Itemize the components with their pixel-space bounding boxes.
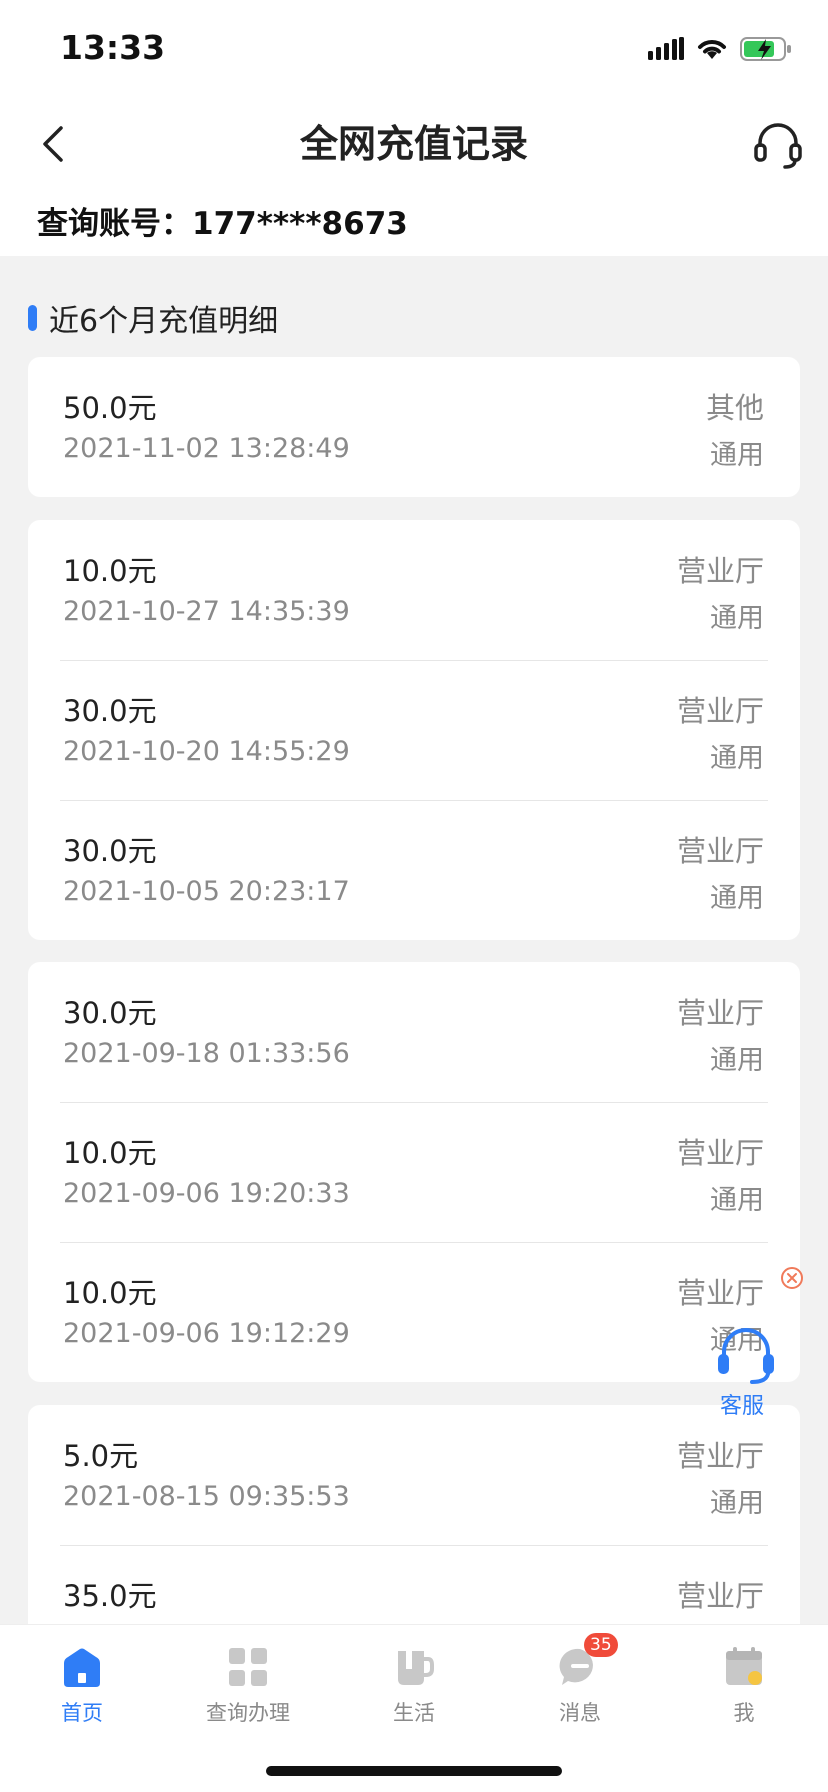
account-bar: 查询账号：177****8673 [0,188,828,256]
record-item[interactable]: 10.0元 2021-09-06 19:12:29 营业厅 通用 [28,1242,800,1382]
cup-icon [392,1645,436,1689]
record-time: 2021-09-06 19:12:29 [63,1318,350,1349]
navigation-bar: 全网充值记录 [0,100,828,188]
record-group: 30.0元 2021-09-18 01:33:56 营业厅 通用 10.0元 2… [28,962,800,1382]
tab-label: 消息 [559,1701,601,1725]
record-amount: 30.0元 [63,996,157,1030]
record-item[interactable]: 10.0元 2021-09-06 19:20:33 营业厅 通用 [28,1102,800,1242]
record-type: 通用 [710,1045,764,1076]
calendar-sign-icon [722,1645,766,1689]
floating-service-label: 客服 [720,1394,765,1419]
record-amount: 10.0元 [63,554,157,588]
record-item[interactable]: 30.0元 2021-09-18 01:33:56 营业厅 通用 [28,962,800,1102]
record-type: 通用 [710,1488,764,1519]
record-time: 2021-08-15 09:35:53 [63,1481,350,1512]
record-amount: 10.0元 [63,1276,157,1310]
section-title: 近6个月充值明细 [49,304,279,339]
record-amount: 35.0元 [63,1579,157,1613]
record-item[interactable]: 30.0元 2021-10-20 14:55:29 营业厅 通用 [28,660,800,800]
tab-home[interactable]: 首页 [22,1639,142,1749]
tab-label: 我 [733,1701,755,1725]
record-item[interactable]: 30.0元 2021-10-05 20:23:17 营业厅 通用 [28,800,800,940]
cellular-signal-icon [648,37,684,60]
status-time: 13:33 [60,28,166,67]
record-type: 通用 [710,883,764,914]
grid-icon [226,1645,270,1689]
record-channel: 营业厅 [676,694,764,728]
status-bar: 13:33 [0,0,828,100]
record-group: 5.0元 2021-08-15 09:35:53 营业厅 通用 35.0元 营业… [28,1405,800,1645]
tab-label: 查询办理 [206,1701,290,1725]
tab-query[interactable]: 查询办理 [188,1639,308,1749]
recharge-records-page: 13:33 全网充值记录 查询账号：177****8673 近6个月充值明细 5… [0,0,828,1792]
message-icon: 35 [558,1633,618,1689]
record-amount: 10.0元 [63,1136,157,1170]
customer-service-button[interactable] [746,112,810,176]
record-time: 2021-09-06 19:20:33 [63,1178,350,1209]
record-channel: 营业厅 [676,1136,764,1170]
record-channel: 其他 [705,391,764,425]
home-indicator [266,1766,562,1776]
record-group: 10.0元 2021-10-27 14:35:39 营业厅 通用 30.0元 2… [28,520,800,940]
record-amount: 30.0元 [63,834,157,868]
record-channel: 营业厅 [676,1439,764,1473]
message-badge: 35 [584,1633,618,1657]
record-channel: 营业厅 [676,1579,764,1613]
record-time: 2021-10-27 14:35:39 [63,596,350,627]
page-title: 全网充值记录 [299,122,528,166]
section-marker [28,305,37,331]
record-type: 通用 [710,440,764,471]
tab-messages[interactable]: 35 消息 [520,1633,640,1749]
record-group: 50.0元 2021-11-02 13:28:49 其他 通用 [28,357,800,497]
tab-label: 生活 [393,1701,435,1725]
record-type: 通用 [710,1185,764,1216]
home-icon [60,1645,104,1689]
record-type: 通用 [710,743,764,774]
query-account: 查询账号：177****8673 [37,206,408,242]
battery-charging-icon [740,37,791,61]
headset-icon [754,123,802,169]
record-time: 2021-10-20 14:55:29 [63,736,350,767]
floating-service-widget[interactable]: 客服 [704,1266,803,1419]
record-item[interactable]: 50.0元 2021-11-02 13:28:49 其他 通用 [28,357,800,497]
record-amount: 50.0元 [63,391,157,425]
record-channel: 营业厅 [676,834,764,868]
record-channel: 营业厅 [676,554,764,588]
headset-icon [718,1328,774,1384]
record-channel: 营业厅 [676,996,764,1030]
close-icon[interactable] [780,1266,804,1290]
section-header: 近6个月充值明细 [28,296,278,340]
record-amount: 5.0元 [63,1439,139,1473]
record-item[interactable]: 10.0元 2021-10-27 14:35:39 营业厅 通用 [28,520,800,660]
tab-life[interactable]: 生活 [354,1639,474,1749]
tab-me[interactable]: 我 [684,1639,804,1749]
record-type: 通用 [710,603,764,634]
record-amount: 30.0元 [63,694,157,728]
wifi-icon [698,40,726,59]
record-time: 2021-09-18 01:33:56 [63,1038,350,1069]
status-icons [648,36,792,62]
record-item[interactable]: 5.0元 2021-08-15 09:35:53 营业厅 通用 [28,1405,800,1545]
record-time: 2021-11-02 13:28:49 [63,433,350,464]
tab-label: 首页 [61,1701,103,1725]
record-time: 2021-10-05 20:23:17 [63,876,350,907]
